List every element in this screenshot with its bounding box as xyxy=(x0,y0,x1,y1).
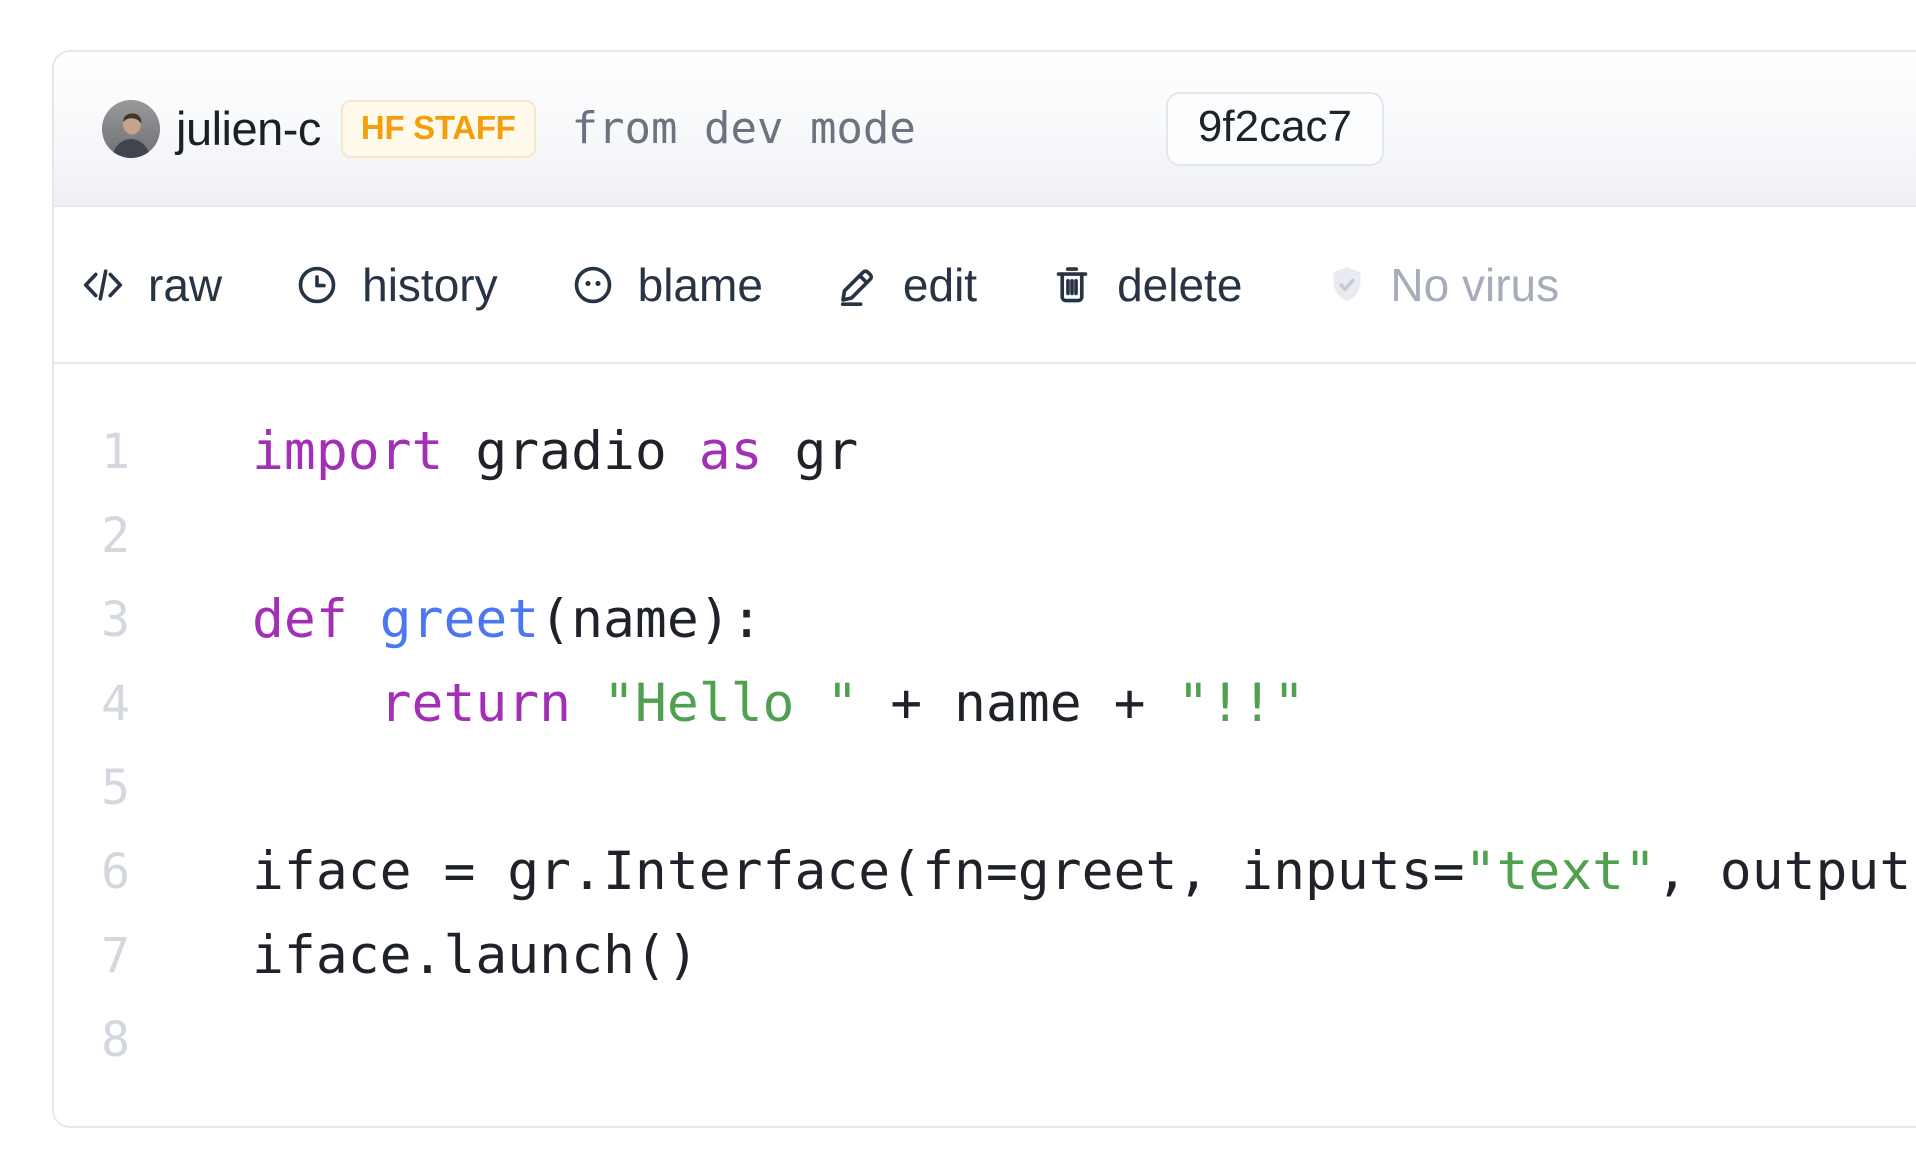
code-token: gr xyxy=(763,421,859,482)
line-number: 6 xyxy=(54,830,130,914)
code-token: (name): xyxy=(539,589,762,650)
code-token: , output xyxy=(1656,841,1911,902)
blame-button[interactable]: blame xyxy=(570,258,763,312)
code-line: 6 iface = gr.Interface(fn=greet, inputs="… xyxy=(54,830,1916,914)
code-text: def greet(name): xyxy=(252,578,763,662)
code-line: 5 xyxy=(54,746,1916,830)
code-line: 3 def greet(name): xyxy=(54,578,1916,662)
code-token: return xyxy=(380,673,571,734)
code-line: 4 return "Hello " + name + "!!" xyxy=(54,662,1916,746)
code-token: + name + xyxy=(858,673,1177,734)
raw-button[interactable]: raw xyxy=(80,258,222,312)
line-number: 2 xyxy=(54,494,130,578)
commit-message: from dev mode xyxy=(572,103,916,154)
code-token: iface.launch() xyxy=(252,925,699,986)
code-token: "!!" xyxy=(1177,673,1305,734)
history-button[interactable]: history xyxy=(294,258,497,312)
line-number: 7 xyxy=(54,914,130,998)
pencil-icon xyxy=(835,262,881,308)
blame-button-label: blame xyxy=(638,258,763,312)
smiley-icon xyxy=(570,262,616,308)
line-number: 3 xyxy=(54,578,130,662)
commit-header: julien-c HF STAFF from dev mode 9f2cac7 xyxy=(54,52,1916,207)
code-token xyxy=(571,673,603,734)
code-token: iface = gr.Interface(fn=greet, inputs= xyxy=(252,841,1465,902)
code-text: iface.launch() xyxy=(252,914,699,998)
virus-scan-label: No virus xyxy=(1390,258,1559,312)
code-token: import xyxy=(252,421,443,482)
code-line: 1 import gradio as gr xyxy=(54,410,1916,494)
history-button-label: history xyxy=(362,258,497,312)
virus-scan-status: No virus xyxy=(1324,258,1559,312)
page: { "header": { "username": "julien-c", "b… xyxy=(0,0,1916,1172)
line-number: 8 xyxy=(54,998,130,1082)
avatar-photo xyxy=(102,100,160,158)
commit-hash-pill[interactable]: 9f2cac7 xyxy=(1166,92,1384,166)
delete-button[interactable]: delete xyxy=(1049,258,1242,312)
trash-icon xyxy=(1049,262,1095,308)
file-viewer-card: julien-c HF STAFF from dev mode 9f2cac7 … xyxy=(52,50,1916,1128)
code-icon xyxy=(80,262,126,308)
code-token: "text" xyxy=(1465,841,1656,902)
line-number: 4 xyxy=(54,662,130,746)
code-token xyxy=(252,673,380,734)
delete-button-label: delete xyxy=(1117,258,1242,312)
code-token: def xyxy=(252,589,348,650)
code-text: iface = gr.Interface(fn=greet, inputs="t… xyxy=(252,830,1911,914)
line-number: 5 xyxy=(54,746,130,830)
code-viewer: 1import gradio as gr23def greet(name):4 … xyxy=(54,364,1916,1128)
line-number: 1 xyxy=(54,410,130,494)
edit-button[interactable]: edit xyxy=(835,258,977,312)
raw-button-label: raw xyxy=(148,258,222,312)
code-line: 7 iface.launch() xyxy=(54,914,1916,998)
code-token xyxy=(348,589,380,650)
file-toolbar: raw history blame edit delete No virus xyxy=(54,207,1916,364)
code-token: as xyxy=(699,421,763,482)
author-username[interactable]: julien-c xyxy=(176,101,321,156)
clock-icon xyxy=(294,262,340,308)
hf-staff-badge: HF STAFF xyxy=(341,100,536,158)
code-line: 2 xyxy=(54,494,1916,578)
edit-button-label: edit xyxy=(903,258,977,312)
code-text: import gradio as gr xyxy=(252,410,858,494)
shield-check-icon xyxy=(1324,262,1370,308)
code-text: return "Hello " + name + "!!" xyxy=(252,662,1305,746)
code-token: greet xyxy=(380,589,540,650)
code-token: gradio xyxy=(443,421,698,482)
code-token: "Hello " xyxy=(603,673,858,734)
code-line: 8 xyxy=(54,998,1916,1082)
avatar[interactable] xyxy=(102,100,160,158)
